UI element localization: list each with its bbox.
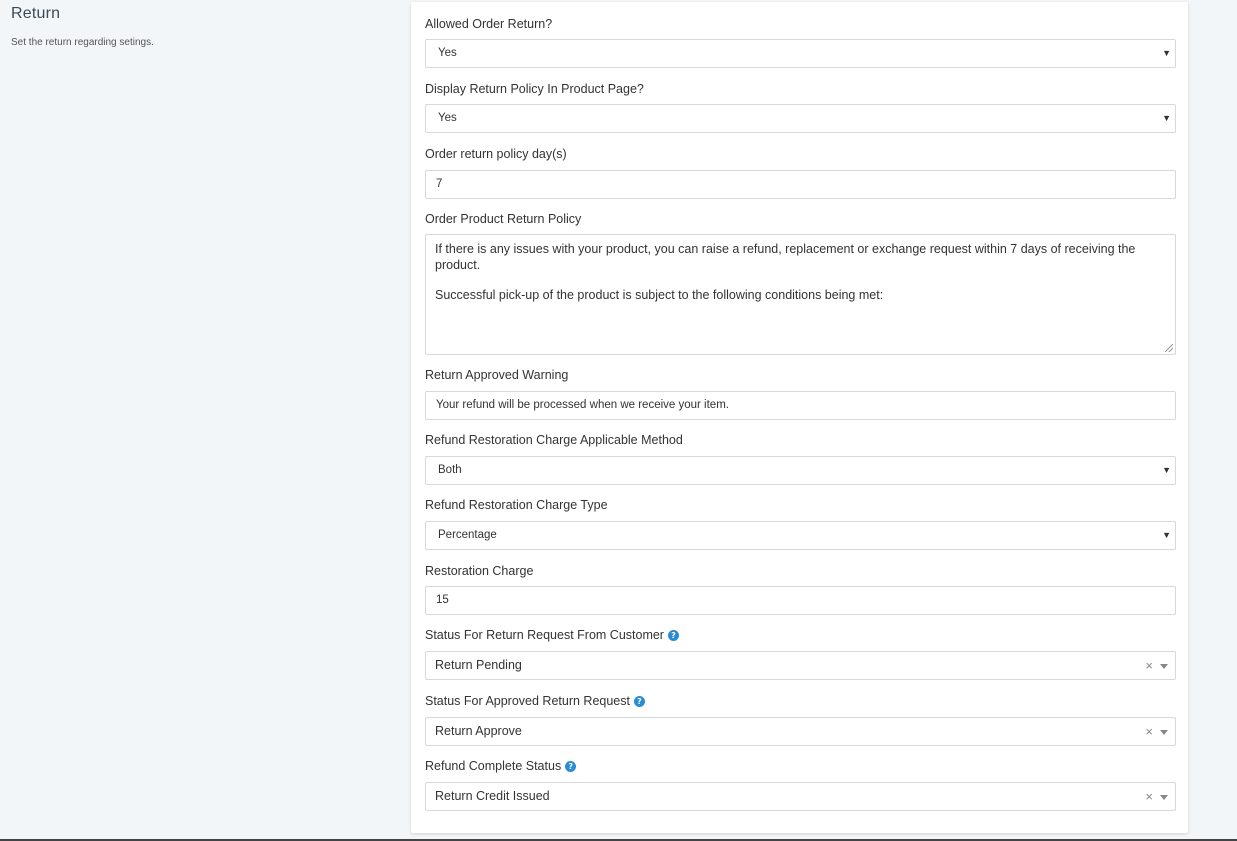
display-return-policy-select[interactable]: Yes ▼ — [425, 104, 1176, 133]
clear-icon[interactable]: × — [1145, 783, 1153, 810]
chevron-down-icon[interactable] — [1160, 730, 1168, 735]
refund-complete-status-label-text: Refund Complete Status — [425, 759, 562, 773]
refund-complete-status-value: Return Credit Issued — [435, 789, 550, 803]
return-approved-warning-label: Return Approved Warning — [425, 368, 569, 382]
status-approved-return-select[interactable]: Return Approve × — [425, 717, 1176, 746]
allowed-order-return-select[interactable]: Yes ▼ — [425, 39, 1176, 68]
return-policy-days-value: 7 — [436, 178, 443, 190]
restoration-charge-method-label: Refund Restoration Charge Applicable Met… — [425, 433, 683, 447]
help-icon[interactable]: ? — [667, 630, 679, 641]
dropdown-caret-icon: ▼ — [1162, 48, 1171, 58]
restoration-charge-input[interactable]: 15 — [425, 586, 1176, 615]
allowed-order-return-value: Yes — [438, 47, 457, 59]
product-return-policy-textarea[interactable]: If there is any issues with your product… — [425, 234, 1176, 355]
status-return-request-select[interactable]: Return Pending × — [425, 651, 1176, 680]
dropdown-caret-icon: ▼ — [1162, 113, 1171, 123]
clear-icon[interactable]: × — [1145, 718, 1153, 745]
status-return-request-label: Status For Return Request From Customer … — [425, 628, 679, 643]
section-header: Return Set the return regarding setings. — [11, 4, 391, 48]
resize-handle-icon[interactable] — [1165, 344, 1173, 352]
help-icon[interactable]: ? — [633, 696, 645, 707]
allowed-order-return-group: Allowed Order Return? — [425, 17, 552, 32]
restoration-charge-method-select[interactable]: Both ▼ — [425, 456, 1176, 485]
allowed-order-return-label: Allowed Order Return? — [425, 17, 553, 31]
display-return-policy-value: Yes — [438, 112, 457, 124]
chevron-down-icon[interactable] — [1160, 795, 1168, 800]
refund-complete-status-select[interactable]: Return Credit Issued × — [425, 782, 1176, 811]
status-return-request-value: Return Pending — [435, 658, 522, 672]
settings-card: Allowed Order Return? Yes ▼ Display Retu… — [411, 2, 1188, 833]
restoration-charge-value: 15 — [436, 594, 449, 606]
dropdown-caret-icon: ▼ — [1162, 465, 1171, 475]
return-approved-warning-input[interactable]: Your refund will be processed when we re… — [425, 391, 1176, 420]
return-policy-days-input[interactable]: 7 — [425, 170, 1176, 199]
display-return-policy-label: Display Return Policy In Product Page? — [425, 82, 644, 96]
chevron-down-icon[interactable] — [1160, 664, 1168, 669]
status-approved-return-label-text: Status For Approved Return Request — [425, 694, 630, 708]
restoration-charge-type-value: Percentage — [438, 529, 497, 541]
refund-complete-status-label: Refund Complete Status ? — [425, 759, 577, 774]
restoration-charge-method-value: Both — [438, 464, 462, 476]
restoration-charge-type-select[interactable]: Percentage ▼ — [425, 521, 1176, 550]
product-return-policy-label: Order Product Return Policy — [425, 212, 582, 226]
policy-text-line: If there is any issues with your product… — [435, 242, 1136, 272]
restoration-charge-type-label: Refund Restoration Charge Type — [425, 498, 608, 512]
status-approved-return-label: Status For Approved Return Request ? — [425, 694, 645, 709]
return-approved-warning-value: Your refund will be processed when we re… — [436, 399, 729, 411]
clear-icon[interactable]: × — [1145, 652, 1153, 679]
section-subtitle: Set the return regarding setings. — [11, 37, 154, 48]
dropdown-caret-icon: ▼ — [1162, 530, 1171, 540]
status-approved-return-value: Return Approve — [435, 724, 522, 738]
section-title: Return — [11, 5, 61, 22]
policy-text-line: Successful pick-up of the product is sub… — [435, 288, 884, 302]
return-policy-days-label: Order return policy day(s) — [425, 147, 567, 161]
restoration-charge-label: Restoration Charge — [425, 564, 534, 578]
help-icon[interactable]: ? — [565, 761, 577, 772]
status-return-request-label-text: Status For Return Request From Customer — [425, 628, 664, 642]
